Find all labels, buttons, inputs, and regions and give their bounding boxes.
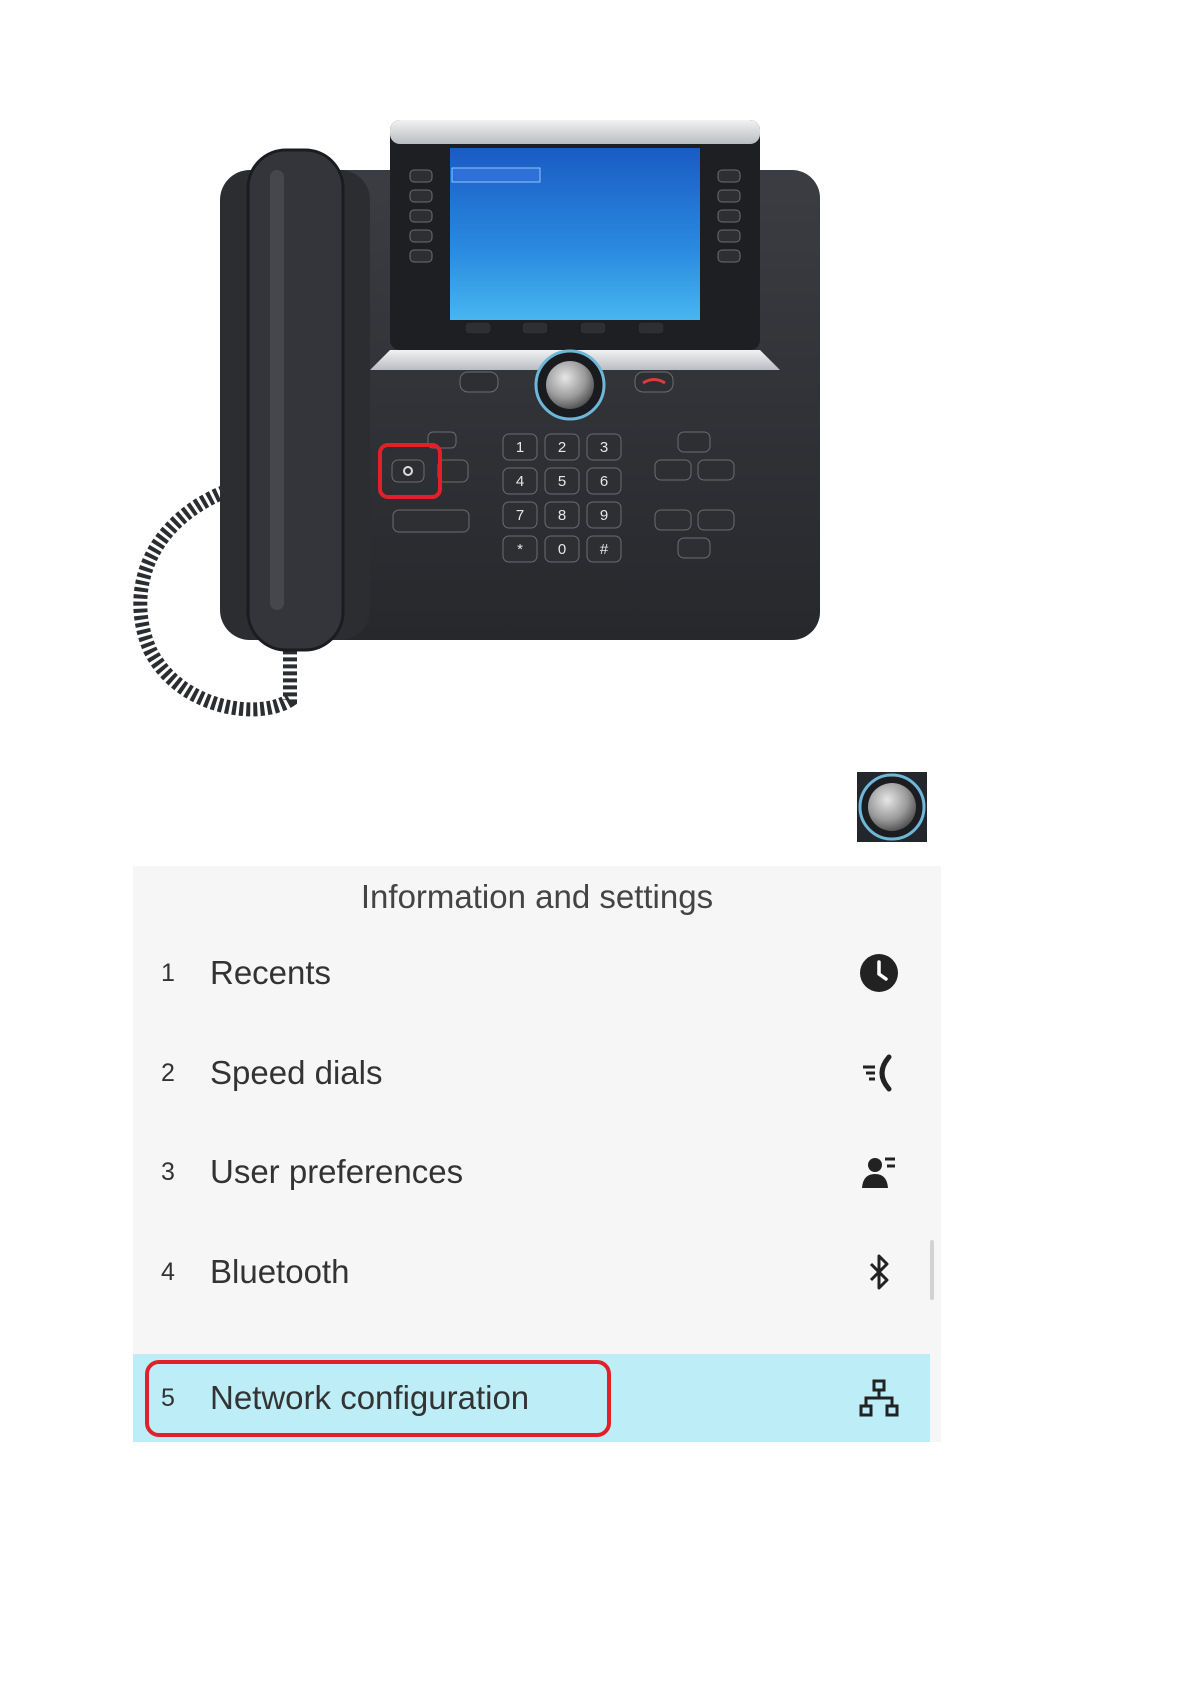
navigation-cluster-icon [857,772,927,842]
key-2: 2 [558,439,566,456]
menu-item-recents[interactable]: 1 Recents [133,929,930,1017]
menu-item-speed-dials[interactable]: 2 Speed dials [133,1029,930,1117]
highlight-outline [145,1360,611,1437]
information-settings-panel: Information and settings 1 Recents 2 Spe… [133,866,941,1442]
key-0: 0 [558,541,566,558]
item-label: Bluetooth [210,1253,350,1290]
user-preferences-icon [857,1150,901,1194]
clock-icon [857,951,901,995]
speed-dial-icon [857,1051,901,1095]
key-3: 3 [600,439,608,456]
key-star: * [517,541,523,558]
item-number: 3 [161,1157,175,1186]
key-7: 7 [516,507,524,524]
menu-item-bluetooth[interactable]: 4 Bluetooth [133,1228,930,1316]
bluetooth-icon [857,1250,901,1294]
key-1: 1 [516,439,524,456]
item-label: User preferences [210,1153,464,1190]
item-label: Speed dials [210,1054,383,1091]
panel-title: Information and settings [360,878,714,915]
phone-illustration: 1 2 3 4 5 6 7 8 9 * 0 # [133,120,820,717]
key-4: 4 [516,473,524,490]
network-icon [857,1376,901,1420]
key-9: 9 [600,507,608,524]
key-8: 8 [558,507,566,524]
key-5: 5 [558,473,566,490]
item-number: 1 [161,958,175,987]
key-hash: # [600,541,609,558]
item-label: Recents [210,954,332,991]
scrollbar[interactable] [930,1240,934,1300]
key-6: 6 [600,473,608,490]
menu-item-user-preferences[interactable]: 3 User preferences [133,1128,930,1216]
item-number: 2 [161,1058,175,1087]
item-number: 4 [161,1257,175,1286]
